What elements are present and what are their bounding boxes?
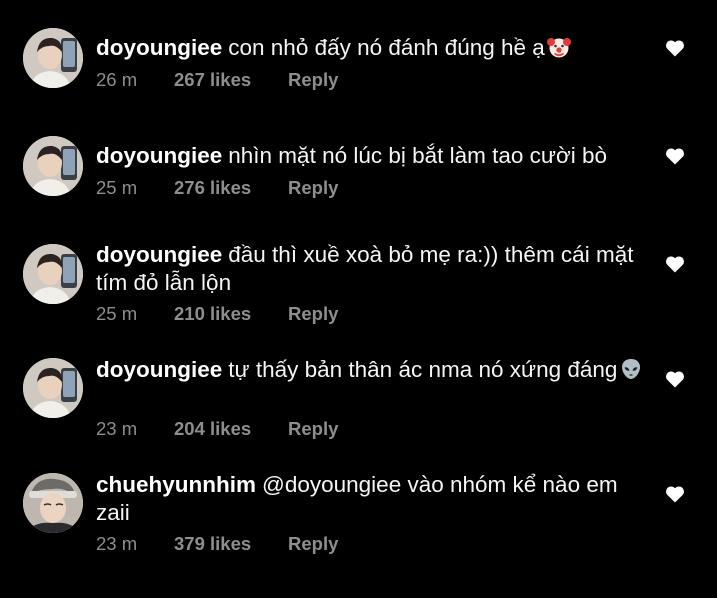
comment-meta: 25 m 210 likes Reply [96,303,338,325]
comment-username[interactable]: chuehyunnhim [96,472,256,497]
comment-meta: 23 m 204 likes Reply [96,418,338,440]
heart-icon[interactable] [665,255,685,273]
heart-icon[interactable] [665,370,685,388]
clown-face-icon [546,35,571,59]
heart-icon[interactable] [665,485,685,503]
comment-text-block: chuehyunnhim @doyoungiee vào nhóm kể nào … [96,471,651,527]
comment-text-block: doyoungiee đầu thì xuề xoà bỏ mẹ ra:)) th… [96,241,651,297]
comment-text: nhìn mặt nó lúc bị bắt làm tao cười bò [228,143,608,168]
avatar-image [23,136,83,196]
avatar[interactable] [23,358,83,418]
comment-username[interactable]: doyoungiee [96,242,222,267]
avatar-image [23,28,83,88]
reply-button[interactable]: Reply [288,303,338,325]
reply-button[interactable]: Reply [288,533,338,555]
avatar[interactable] [23,244,83,304]
alien-icon [619,357,643,381]
likes-count[interactable]: 276 likes [174,177,288,199]
comment-text-block: doyoungiee tự thấy bản thân ác nma nó xứn… [96,356,651,384]
avatar-image [23,244,83,304]
comment-meta: 26 m 267 likes Reply [96,69,338,91]
reply-button[interactable]: Reply [288,69,338,91]
avatar[interactable] [23,473,83,533]
comment-text-block: doyoungiee nhìn mặt nó lúc bị bắt làm tao… [96,142,651,170]
comment-meta: 25 m 276 likes Reply [96,177,338,199]
comment-time: 23 m [96,418,138,439]
avatar[interactable] [23,136,83,196]
comment-time: 23 m [96,533,138,554]
likes-count[interactable]: 379 likes [174,533,288,555]
likes-count[interactable]: 210 likes [174,303,288,325]
comment-meta: 23 m 379 likes Reply [96,533,338,555]
heart-icon[interactable] [665,39,685,57]
reply-button[interactable]: Reply [288,418,338,440]
comment-username[interactable]: doyoungiee [96,143,222,168]
comment-time: 25 m [96,303,138,324]
reply-button[interactable]: Reply [288,177,338,199]
avatar-image [23,473,83,533]
heart-icon[interactable] [665,147,685,165]
comment-time: 26 m [96,69,138,90]
comment-text: tự thấy bản thân ác nma nó xứng đáng [228,357,618,382]
comment-text-block: doyoungiee con nhỏ đấy nó đánh đúng hề ạ [96,34,651,62]
likes-count[interactable]: 267 likes [174,69,288,91]
comment-username[interactable]: doyoungiee [96,35,222,60]
comment-username[interactable]: doyoungiee [96,357,222,382]
avatar-image [23,358,83,418]
likes-count[interactable]: 204 likes [174,418,288,440]
comment-time: 25 m [96,177,138,198]
avatar[interactable] [23,28,83,88]
comment-text: con nhỏ đấy nó đánh đúng hề ạ [228,35,545,60]
